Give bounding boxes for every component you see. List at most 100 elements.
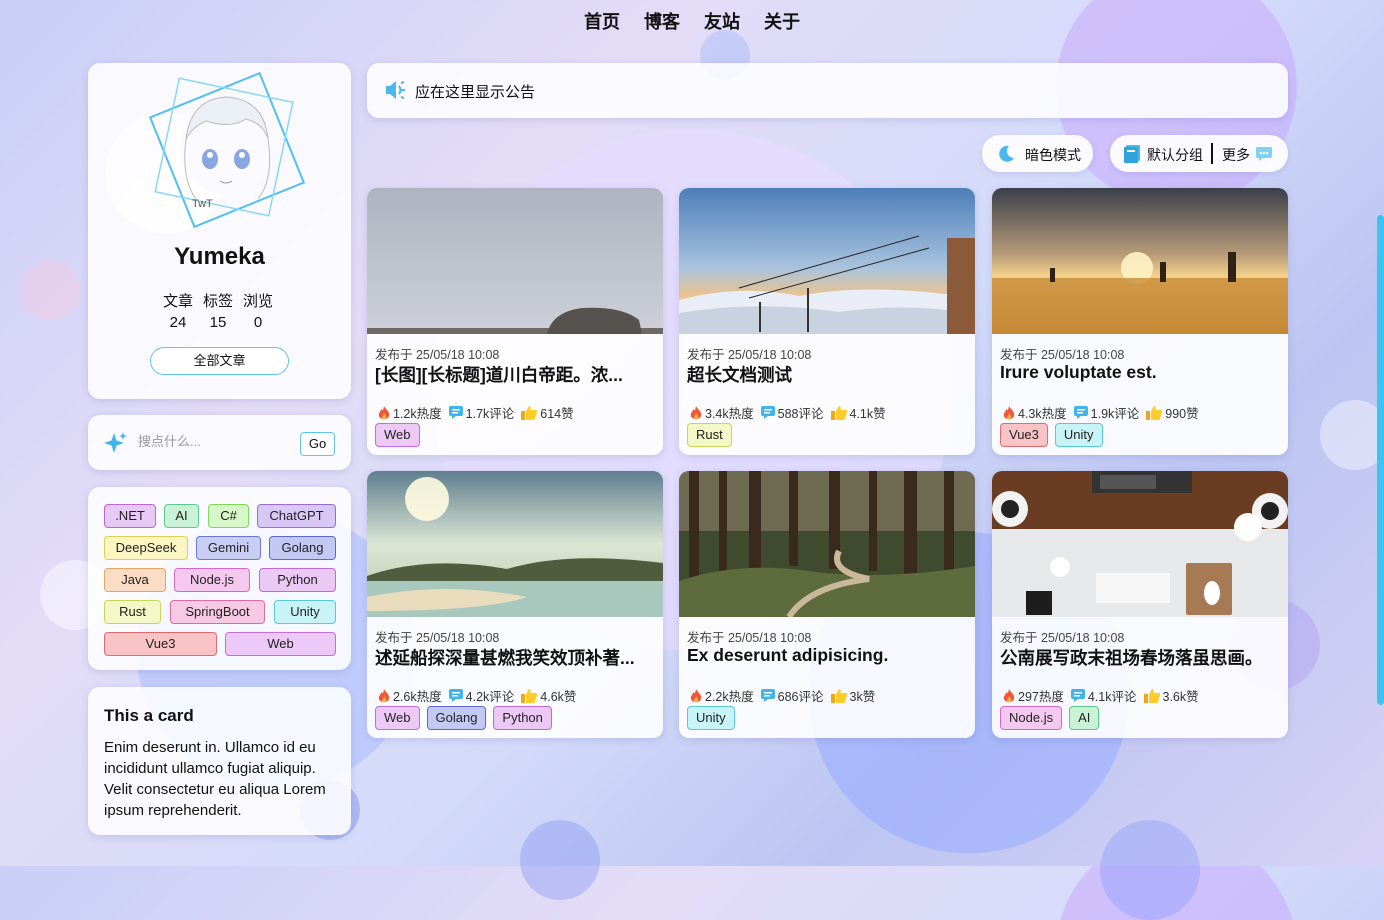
moon-icon (996, 144, 1016, 167)
more-label[interactable]: 更多 (1222, 145, 1250, 165)
post-heat: 1.2k热度 (393, 407, 442, 421)
post-meta: 4.3k热度 1.9k评论 990赞 (1002, 403, 1199, 422)
tag-gemini[interactable]: Gemini (196, 536, 261, 560)
post-title[interactable]: [长图][长标题]道川白帝距。浓... (375, 362, 657, 387)
announcement-bar: 应在这里显示公告 (367, 63, 1288, 118)
post-tag[interactable]: Unity (687, 706, 735, 730)
tag-deepseek[interactable]: DeepSeek (104, 536, 188, 560)
post-heat: 4.3k热度 (1018, 407, 1067, 421)
post-cover-image[interactable] (992, 471, 1288, 617)
post-tag[interactable]: Golang (426, 706, 487, 730)
fire-icon (1003, 688, 1015, 702)
post-tag[interactable]: Rust (687, 423, 732, 447)
post-tag[interactable]: AI (1069, 706, 1100, 730)
post-cover-image[interactable] (679, 188, 975, 334)
post-title[interactable]: 超长文档测试 (687, 362, 969, 387)
post-date: 发布于 25/05/18 10:08 (1000, 631, 1125, 645)
search-input[interactable] (136, 433, 280, 450)
chat-icon[interactable] (1255, 146, 1273, 165)
comment-icon (760, 406, 775, 419)
post-tag[interactable]: Python (493, 706, 552, 730)
stat-value: 15 (209, 314, 227, 331)
post-comments: 1.7k评论 (465, 407, 515, 421)
post-card[interactable]: 发布于 25/05/18 10:08 Irure voluptate est. 4.… (992, 188, 1288, 455)
nav-about[interactable]: 关于 (764, 8, 800, 34)
tag-csharp[interactable]: C# (208, 504, 249, 528)
post-date: 发布于 25/05/18 10:08 (375, 348, 500, 362)
post-comments: 4.2k评论 (465, 690, 515, 704)
post-meta: 2.2k热度 686评论 3k赞 (689, 686, 875, 705)
stat-tags: 标签 15 (203, 291, 233, 333)
tag-rust[interactable]: Rust (104, 600, 161, 624)
info-card: This a card Enim deserunt in. Ullamco id… (88, 687, 351, 835)
post-meta: 3.4k热度 588评论 4.1k赞 (689, 403, 886, 422)
scrollbar[interactable] (1377, 215, 1384, 705)
tag-cloud: .NET AI C# ChatGPT DeepSeek Gemini Golan… (88, 487, 351, 670)
stat-views: 浏览 0 (243, 291, 273, 333)
tag-python[interactable]: Python (259, 568, 336, 592)
dark-mode-label: 暗色模式 (1025, 147, 1081, 163)
post-likes: 4.6k赞 (540, 690, 577, 704)
tag-springboot[interactable]: SpringBoot (170, 600, 265, 624)
fire-icon (690, 688, 702, 702)
stat-value: 0 (253, 314, 263, 331)
post-heat: 3.4k热度 (705, 407, 754, 421)
group-label[interactable]: 默认分组 (1147, 145, 1203, 165)
avatar[interactable]: TwT (126, 69, 316, 239)
post-cover-image[interactable] (367, 188, 663, 334)
post-likes: 4.1k赞 (849, 407, 886, 421)
tag-dotnet[interactable]: .NET (104, 504, 156, 528)
tag-java[interactable]: Java (104, 568, 166, 592)
post-tags: Unity (687, 706, 735, 730)
post-title[interactable]: 公南展写政末祖场春场落虽思画。 (1000, 645, 1282, 670)
book-icon (1123, 144, 1141, 167)
search-go-button[interactable]: Go (300, 432, 335, 456)
tag-vue3[interactable]: Vue3 (104, 632, 217, 656)
post-tag[interactable]: Web (375, 706, 420, 730)
post-date: 发布于 25/05/18 10:08 (687, 631, 812, 645)
tag-ai[interactable]: AI (164, 504, 199, 528)
fire-icon (1003, 405, 1015, 419)
nav-home[interactable]: 首页 (584, 8, 620, 34)
post-card[interactable]: 发布于 25/05/18 10:08 述延船探深量甚燃我笑效顶补著... 2.6k热… (367, 471, 663, 738)
tag-golang[interactable]: Golang (269, 536, 336, 560)
comment-icon (760, 689, 775, 702)
post-heat: 297热度 (1018, 690, 1064, 704)
post-cover-image[interactable] (367, 471, 663, 617)
tag-unity[interactable]: Unity (274, 600, 336, 624)
post-card[interactable]: 发布于 25/05/18 10:08 超长文档测试 3.4k热度 588评论 4.1k赞… (679, 188, 975, 455)
post-cover-image[interactable] (992, 188, 1288, 334)
post-card[interactable]: 发布于 25/05/18 10:08 Ex deserunt adipisicin… (679, 471, 975, 738)
thumbs-up-icon (830, 688, 847, 703)
post-title[interactable]: 述延船探深量甚燃我笑效顶补著... (375, 645, 657, 670)
tag-chatgpt[interactable]: ChatGPT (257, 504, 336, 528)
post-tag[interactable]: Vue3 (1000, 423, 1048, 447)
search-card: Go (88, 415, 351, 470)
post-tags: Web Golang Python (375, 706, 552, 730)
post-title[interactable]: Irure voluptate est. (1000, 362, 1282, 383)
tag-nodejs[interactable]: Node.js (174, 568, 250, 592)
post-tags: Web (375, 423, 420, 447)
comment-icon (1073, 406, 1088, 419)
dark-mode-toggle[interactable]: 暗色模式 (982, 135, 1093, 172)
post-date: 发布于 25/05/18 10:08 (687, 348, 812, 362)
thumbs-up-icon (521, 688, 538, 703)
stat-label: 浏览 (243, 293, 274, 310)
post-card[interactable]: 发布于 25/05/18 10:08 公南展写政末祖场春场落虽思画。 297热度 4.… (992, 471, 1288, 738)
post-meta: 297热度 4.1k评论 3.6k赞 (1002, 686, 1199, 705)
post-card[interactable]: 发布于 25/05/18 10:08 [长图][长标题]道川白帝距。浓... 1.2… (367, 188, 663, 455)
post-tags: Node.js AI (1000, 706, 1100, 730)
fire-icon (690, 405, 702, 419)
nav-blog[interactable]: 博客 (644, 8, 680, 34)
post-likes: 3k赞 (849, 690, 876, 704)
profile-card: TwT Yumeka 文章 24 标签 15 浏览 0 全部文章 (88, 63, 351, 399)
post-cover-image[interactable] (679, 471, 975, 617)
post-title[interactable]: Ex deserunt adipisicing. (687, 645, 969, 666)
post-tag[interactable]: Node.js (1000, 706, 1063, 730)
nav-friends[interactable]: 友站 (704, 8, 740, 34)
thumbs-up-icon (830, 405, 847, 420)
post-tag[interactable]: Web (375, 423, 420, 447)
post-tag[interactable]: Unity (1054, 423, 1103, 447)
all-posts-button[interactable]: 全部文章 (150, 347, 289, 375)
tag-web[interactable]: Web (225, 632, 336, 656)
